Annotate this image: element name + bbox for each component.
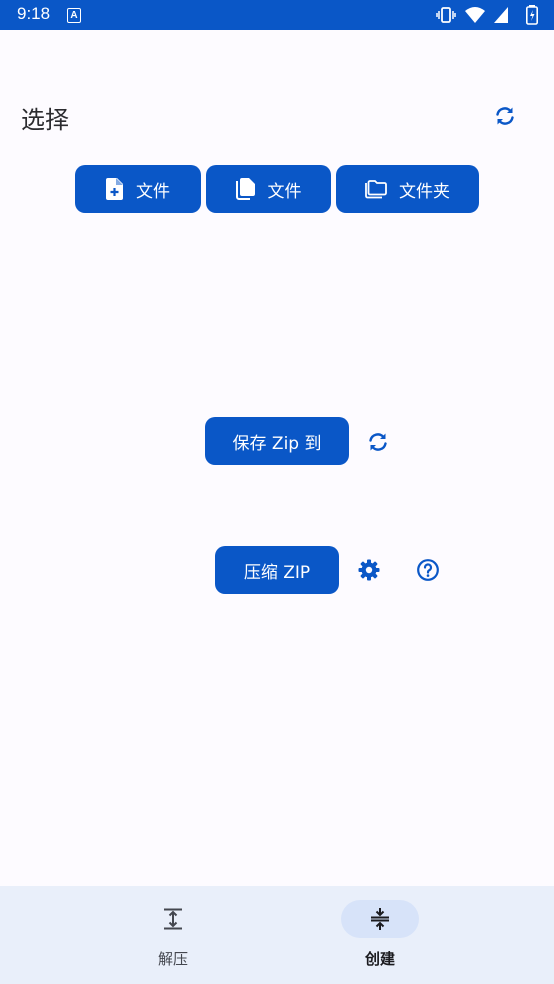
- refresh-save-location-button[interactable]: [358, 422, 398, 462]
- select-folder-button[interactable]: 文件夹: [336, 165, 479, 213]
- signal-icon: [494, 7, 508, 23]
- wifi-icon: [465, 7, 485, 23]
- save-zip-to-label: 保存 Zip 到: [232, 433, 322, 454]
- extract-icon: [164, 908, 182, 930]
- settings-button[interactable]: [349, 550, 389, 590]
- help-icon: [417, 559, 439, 581]
- battery-icon: [526, 5, 538, 25]
- page-title: 选择: [21, 106, 69, 134]
- folder-icon: [365, 179, 387, 199]
- bottom-navigation: 解压 创建: [0, 886, 554, 984]
- select-files-button[interactable]: 文件: [206, 165, 331, 213]
- status-bar: 9:18 A: [0, 0, 554, 30]
- nav-indicator: [134, 900, 212, 938]
- nav-label-create: 创建: [364, 950, 395, 968]
- compress-zip-label: 压缩 ZIP: [243, 562, 311, 583]
- refresh-selection-button[interactable]: [485, 96, 525, 136]
- vibrate-icon: [436, 7, 456, 23]
- files-icon: [235, 178, 256, 200]
- compress-icon: [371, 908, 389, 930]
- compress-zip-button[interactable]: 压缩 ZIP: [215, 546, 339, 594]
- notification-icon: A: [67, 8, 81, 23]
- nav-indicator-active: [341, 900, 419, 938]
- file-add-icon: [106, 178, 124, 200]
- select-file-button[interactable]: 文件: [75, 165, 201, 213]
- refresh-icon: [496, 107, 514, 125]
- nav-item-create[interactable]: 创建: [301, 886, 461, 984]
- gear-icon: [358, 559, 380, 581]
- nav-item-extract[interactable]: 解压: [94, 886, 254, 984]
- refresh-icon: [369, 433, 387, 451]
- status-time: 9:18: [17, 4, 51, 23]
- select-folder-label: 文件夹: [399, 181, 450, 202]
- select-file-label: 文件: [136, 181, 170, 202]
- help-button[interactable]: [408, 550, 448, 590]
- save-zip-to-button[interactable]: 保存 Zip 到: [205, 417, 349, 465]
- nav-label-extract: 解压: [157, 950, 188, 968]
- select-files-label: 文件: [267, 181, 302, 202]
